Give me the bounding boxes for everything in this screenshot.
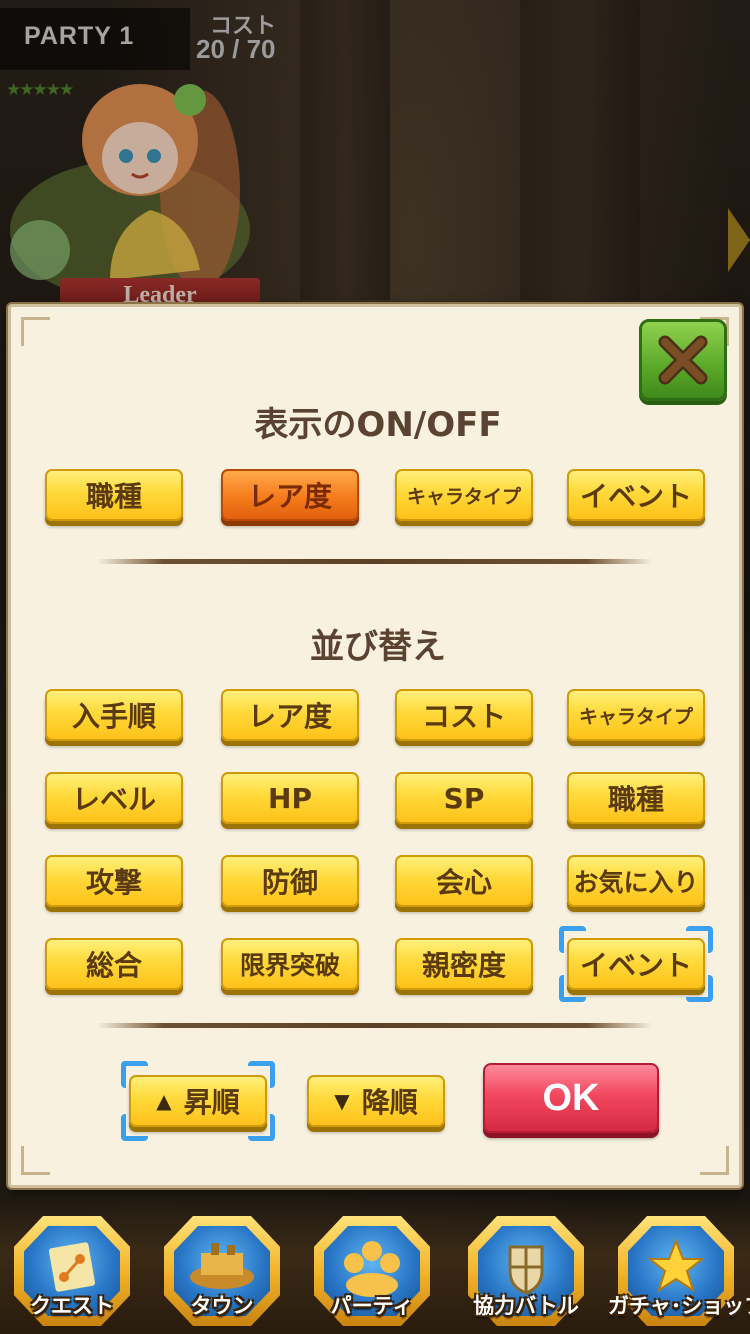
- display-toggle-rarity[interactable]: レア度: [221, 469, 359, 521]
- bottom-navigation: クエスト タウン パーティ 協力バトル ガチャ･ショップ: [0, 1200, 750, 1334]
- sort-button-favorite[interactable]: お気に入り: [567, 855, 705, 907]
- sort-button-limit-break[interactable]: 限界突破: [221, 938, 359, 990]
- sort-button-hp[interactable]: HP: [221, 772, 359, 824]
- section-divider: [97, 559, 653, 564]
- dialog-corner-ornament: [21, 317, 50, 346]
- ascending-button[interactable]: ▲ 昇順: [129, 1075, 267, 1127]
- sort-button-defense[interactable]: 防御: [221, 855, 359, 907]
- nav-item-quest[interactable]: クエスト: [4, 1216, 140, 1332]
- nav-label: クエスト: [30, 1294, 114, 1318]
- triangle-down-icon: ▼: [334, 1089, 350, 1113]
- nav-item-gacha-shop[interactable]: ガチャ･ショップ: [608, 1216, 750, 1332]
- display-toggle-chara-type[interactable]: キャラタイプ: [395, 469, 533, 521]
- sort-button-rarity[interactable]: レア度: [221, 689, 359, 741]
- sort-button-job[interactable]: 職種: [567, 772, 705, 824]
- descending-label: 降順: [361, 1086, 418, 1119]
- nav-label: ガチャ･ショップ: [608, 1294, 750, 1318]
- sort-button-chara-type[interactable]: キャラタイプ: [567, 689, 705, 741]
- descending-button[interactable]: ▼ 降順: [307, 1075, 445, 1127]
- sort-title: 並び替え: [310, 627, 446, 667]
- close-x-icon: [658, 335, 708, 385]
- nav-item-party[interactable]: パーティ: [304, 1216, 440, 1332]
- sort-button-total[interactable]: 総合: [45, 938, 183, 990]
- display-toggle-title: 表示のON/OFF: [254, 405, 502, 445]
- triangle-up-icon: ▲: [156, 1089, 172, 1113]
- ascending-label: 昇順: [183, 1086, 240, 1119]
- sort-button-cost[interactable]: コスト: [395, 689, 533, 741]
- ok-button[interactable]: OK: [483, 1063, 659, 1133]
- nav-label: タウン: [190, 1294, 254, 1318]
- display-toggle-event[interactable]: イベント: [567, 469, 705, 521]
- dialog-corner-ornament: [21, 1146, 50, 1175]
- sort-button-intimacy[interactable]: 親密度: [395, 938, 533, 990]
- sort-button-sp[interactable]: SP: [395, 772, 533, 824]
- sort-button-attack[interactable]: 攻撃: [45, 855, 183, 907]
- sort-button-event[interactable]: イベント: [567, 938, 705, 990]
- nav-item-coop-battle[interactable]: 協力バトル: [458, 1216, 594, 1332]
- display-toggle-job[interactable]: 職種: [45, 469, 183, 521]
- sort-button-acquired[interactable]: 入手順: [45, 689, 183, 741]
- close-button[interactable]: [639, 319, 727, 401]
- sort-button-critical[interactable]: 会心: [395, 855, 533, 907]
- section-divider: [97, 1023, 653, 1028]
- sort-filter-dialog: 表示のON/OFF 職種 レア度 キャラタイプ イベント 並び替え 入手順 レア…: [8, 304, 742, 1188]
- nav-item-town[interactable]: タウン: [154, 1216, 290, 1332]
- nav-label: 協力バトル: [473, 1294, 579, 1318]
- dialog-corner-ornament: [700, 1146, 729, 1175]
- nav-label: パーティ: [330, 1294, 414, 1318]
- sort-button-level[interactable]: レベル: [45, 772, 183, 824]
